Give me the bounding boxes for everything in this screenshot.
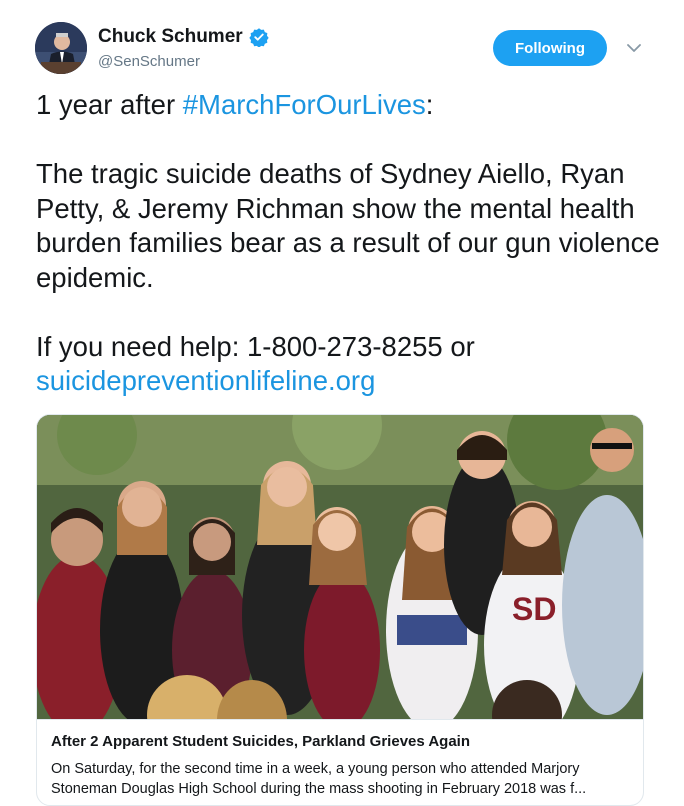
card-title[interactable]: After 2 Apparent Student Suicides, Parkl… [51,733,470,750]
hashtag-link[interactable]: #MarchForOurLives [183,89,426,120]
tweet-line-1-suffix: : [425,89,434,120]
help-line: If you need help: 1-800-273-8255 or [36,330,475,362]
card-body: After 2 Apparent Student Suicides, Parkl… [37,719,643,805]
tweet-text: 1 year after #MarchForOurLives: The trag… [36,88,666,399]
chevron-down-icon[interactable] [626,40,642,56]
avatar[interactable] [35,22,87,74]
author-name-row: Chuck Schumer [98,26,269,48]
link-card[interactable]: SD After 2 Apparent Student Suicides, Pa… [36,414,644,806]
tweet-paragraph-2: The tragic suicide deaths of Sydney Aiel… [36,158,660,293]
tweet-header: Chuck Schumer @SenSchumer Following [0,0,684,90]
avatar-photo-icon [35,22,87,74]
tweet-line-1-prefix: 1 year after [36,89,183,120]
author-handle[interactable]: @SenSchumer [98,53,200,70]
svg-text:SD: SD [512,591,556,627]
card-image[interactable]: SD [37,415,643,719]
crowd-photo-icon: SD [37,415,643,719]
card-description: On Saturday, for the second time in a we… [51,761,587,797]
lifeline-link[interactable]: suicidepreventionlifeline.org [36,365,375,396]
following-button[interactable]: Following [493,30,607,66]
author-name[interactable]: Chuck Schumer [98,26,243,48]
tweet-line-1: 1 year after #MarchForOurLives: [36,88,666,123]
verified-badge-icon [248,28,269,47]
